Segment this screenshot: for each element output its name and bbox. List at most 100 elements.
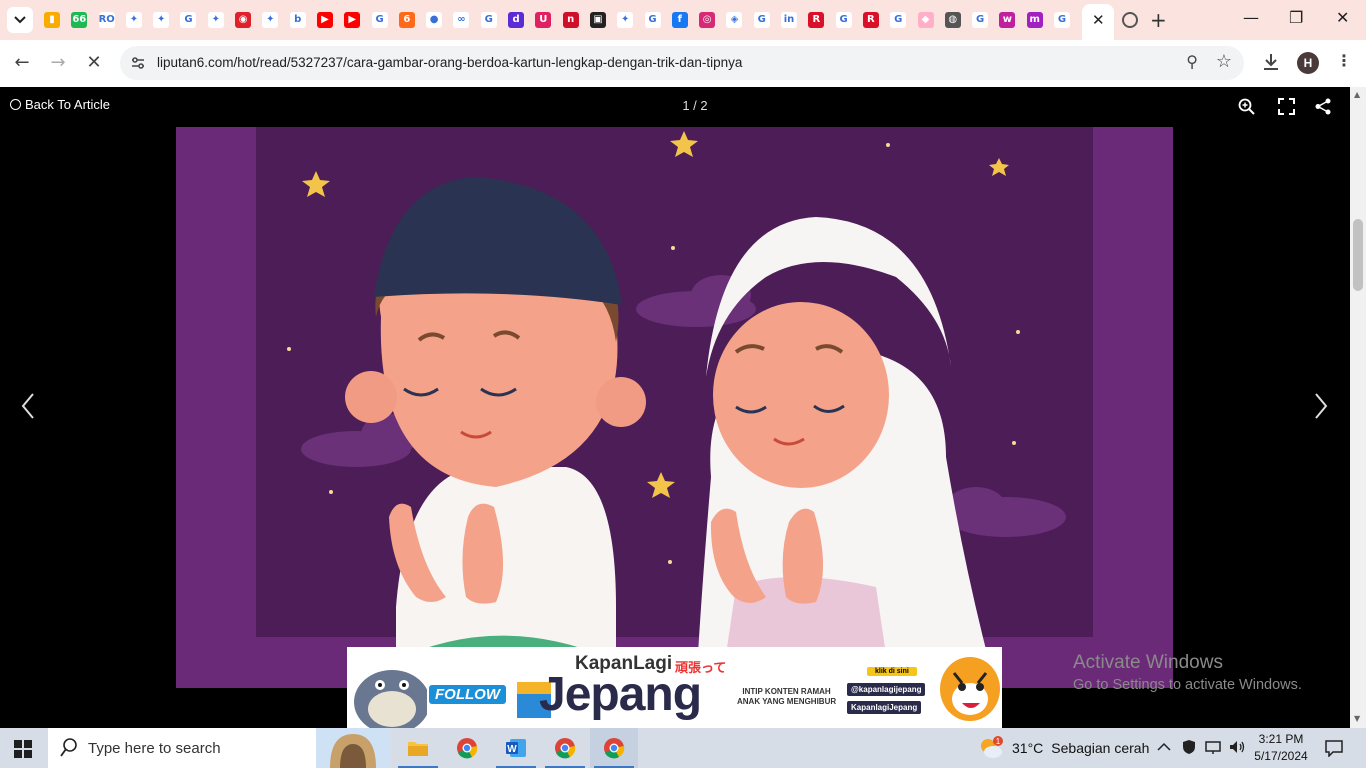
taskbar-chrome-profile-h[interactable]	[590, 728, 638, 768]
ad-follow-button[interactable]: FOLLOW	[429, 685, 506, 704]
word-icon: W	[506, 739, 526, 757]
pinned-tab[interactable]: ◉	[229, 0, 256, 40]
volume-icon[interactable]	[1228, 739, 1246, 755]
pinned-tab[interactable]: G	[475, 0, 502, 40]
network-icon[interactable]	[1204, 739, 1222, 755]
pinned-tab[interactable]: ✦	[202, 0, 229, 40]
close-tab-icon[interactable]: ✕	[1092, 11, 1105, 29]
bookmark-star-icon[interactable]: ☆	[1216, 51, 1232, 72]
n-icon: n	[562, 12, 579, 28]
box-icon: ▣	[589, 12, 606, 28]
pinned-tab[interactable]: RO	[93, 0, 120, 40]
pinned-tab[interactable]: d	[502, 0, 529, 40]
cartoon-praying-children-image	[176, 127, 1173, 688]
pinned-tab[interactable]: 6	[393, 0, 420, 40]
folder-icon	[408, 742, 428, 756]
taskbar-chrome-profile-r[interactable]	[541, 728, 589, 768]
pinned-tab[interactable]: G	[1048, 0, 1075, 40]
pinned-tab[interactable]: ▶	[311, 0, 338, 40]
pinned-tab[interactable]: R	[857, 0, 884, 40]
scroll-down-icon[interactable]: ▼	[1354, 714, 1360, 723]
pinned-tab[interactable]: n	[557, 0, 584, 40]
tab-favicon-circle[interactable]	[1122, 12, 1138, 28]
stop-loading-button[interactable]: ✕	[81, 50, 107, 76]
active-tab[interactable]: ✕	[1082, 4, 1114, 40]
pinned-tab[interactable]: ▮	[38, 0, 65, 40]
windows-start-icon[interactable]	[14, 740, 32, 758]
ad-tagline: INTIP KONTEN RAMAH ANAK YANG MENGHIBUR	[737, 687, 837, 706]
search-placeholder[interactable]: Type here to search	[88, 740, 221, 757]
pinned-tab[interactable]: G	[639, 0, 666, 40]
ad-tiktok-handle: KapanlagiJepang	[847, 701, 922, 714]
pinned-tab[interactable]: b	[284, 0, 311, 40]
notifications-icon[interactable]	[1325, 739, 1343, 757]
pinned-tab[interactable]: in	[775, 0, 802, 40]
pinned-tab[interactable]: f	[666, 0, 693, 40]
activate-subtitle: Go to Settings to activate Windows.	[1073, 677, 1302, 693]
sixtysix-icon: 66	[71, 12, 88, 28]
pinned-tab[interactable]: ◎	[693, 0, 720, 40]
r-icon: R	[862, 12, 879, 28]
address-bar[interactable]: liputan6.com/hot/read/5327237/cara-gamba…	[120, 46, 1244, 80]
tab-search-button[interactable]	[7, 7, 33, 33]
next-slide-icon[interactable]	[1313, 392, 1329, 420]
forward-button[interactable]: →	[45, 50, 71, 76]
ad-brand-main: Jepang	[539, 668, 702, 721]
scroll-up-icon[interactable]: ▲	[1354, 90, 1360, 99]
zoom-in-icon[interactable]	[1238, 98, 1256, 116]
pinned-tab[interactable]: R	[802, 0, 829, 40]
youtube-icon: ▶	[344, 12, 361, 28]
pinned-tab[interactable]: ✦	[256, 0, 283, 40]
pinned-tab[interactable]: G	[366, 0, 393, 40]
svg-text:1: 1	[996, 737, 1001, 746]
pinned-tab[interactable]: G	[174, 0, 201, 40]
pinned-tab[interactable]: G	[748, 0, 775, 40]
chrome-icon	[555, 738, 576, 759]
pinned-tab[interactable]: ✦	[120, 0, 147, 40]
taskbar-chrome[interactable]	[443, 728, 491, 768]
pinned-tab[interactable]: G	[884, 0, 911, 40]
pinned-tab[interactable]: ▶	[338, 0, 365, 40]
kapanlagi-jepang-ad-banner[interactable]: FOLLOW KapanLagi 頑張って Jepang INTIP KONTE…	[347, 647, 1002, 728]
pinned-tab[interactable]: G	[830, 0, 857, 40]
pinned-tab[interactable]: ◈	[720, 0, 747, 40]
defender-icon[interactable]	[1181, 739, 1197, 755]
chrome-icon	[457, 738, 478, 759]
pinned-tab[interactable]: ▣	[584, 0, 611, 40]
scrollbar-thumb[interactable]	[1353, 219, 1363, 291]
zoom-icon[interactable]: ⚲	[1186, 52, 1198, 71]
pinned-tab[interactable]: ◍	[939, 0, 966, 40]
previous-slide-icon[interactable]	[20, 392, 36, 420]
system-clock[interactable]: 3:21 PM 5/17/2024	[1250, 731, 1312, 765]
weather-widget[interactable]: 1 31°C Sebagian cerah	[978, 736, 1149, 760]
pinned-tab[interactable]: G	[966, 0, 993, 40]
new-tab-button[interactable]: +	[1150, 8, 1167, 32]
pink-icon: ◆	[917, 12, 934, 28]
back-button[interactable]: ←	[9, 50, 35, 76]
pinned-tab[interactable]: w	[993, 0, 1020, 40]
share-icon[interactable]	[1315, 98, 1332, 115]
pinned-tab[interactable]: U	[529, 0, 556, 40]
close-window-button[interactable]: ✕	[1336, 8, 1349, 27]
minimize-button[interactable]: —	[1243, 8, 1259, 27]
download-icon[interactable]	[1261, 52, 1281, 72]
pinned-tab[interactable]: ∞	[447, 0, 474, 40]
pinned-tab[interactable]: ✦	[147, 0, 174, 40]
fullscreen-icon[interactable]	[1278, 98, 1295, 115]
pinned-tab[interactable]: m	[1021, 0, 1048, 40]
restore-button[interactable]: ❐	[1289, 8, 1303, 27]
taskbar-word[interactable]: W	[492, 728, 540, 768]
pinned-tab[interactable]: 66	[65, 0, 92, 40]
taskbar-file-explorer[interactable]	[394, 728, 442, 768]
pinned-tab[interactable]: ✦	[611, 0, 638, 40]
profile-avatar[interactable]: H	[1297, 52, 1319, 74]
pinned-tab[interactable]: ●	[420, 0, 447, 40]
taskbar-search-box[interactable]: Type here to search	[48, 728, 390, 768]
site-info-icon[interactable]	[130, 55, 146, 71]
browser-menu-icon[interactable]: ⋮	[1336, 51, 1352, 70]
page-scrollbar[interactable]: ▲ ▼	[1350, 87, 1366, 728]
tray-chevron-up-icon[interactable]	[1157, 742, 1171, 752]
pinned-tab[interactable]: ◆	[912, 0, 939, 40]
url-text[interactable]: liputan6.com/hot/read/5327237/cara-gamba…	[157, 55, 742, 70]
google-icon: G	[180, 12, 197, 28]
